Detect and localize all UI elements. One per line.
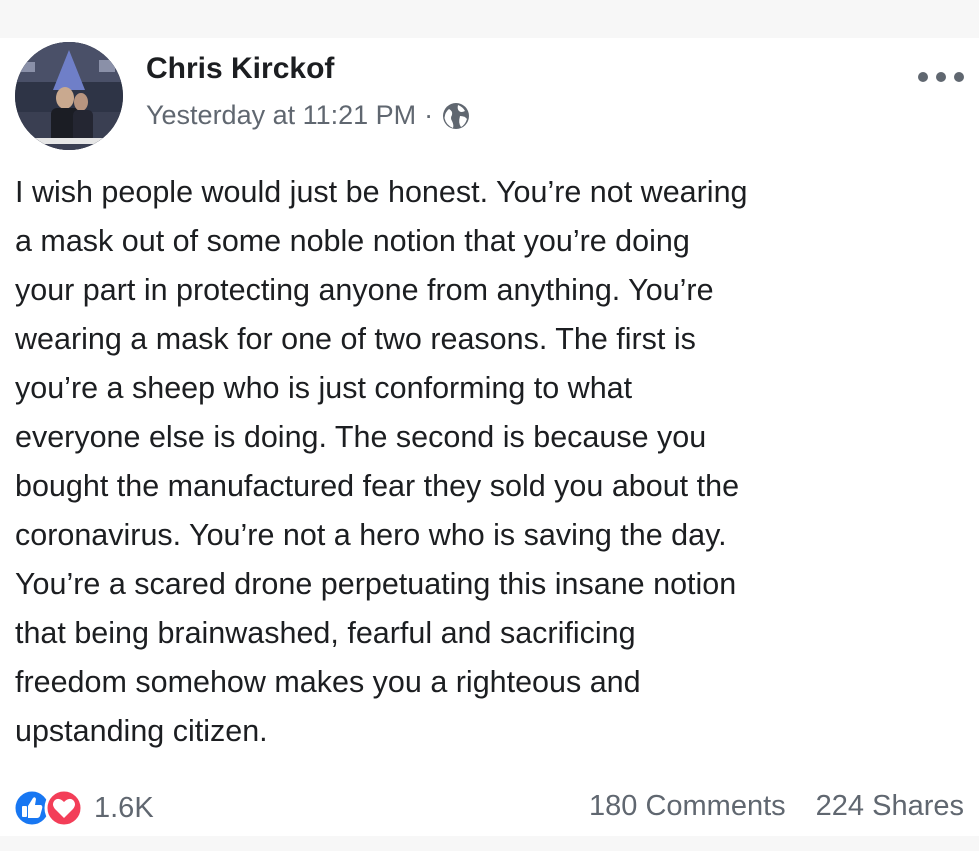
post-text: I wish people would just be honest. You’… <box>15 168 970 756</box>
comments-count-link[interactable]: 180 Comments <box>589 790 786 823</box>
more-dot <box>954 72 964 82</box>
post-text-line: that being brainwashed, fearful and sacr… <box>15 616 636 650</box>
post-footer: 1.6K 180 Comments 224 Shares <box>0 786 979 830</box>
more-dot <box>936 72 946 82</box>
post-meta: Yesterday at 11:21 PM · <box>146 100 471 131</box>
reaction-count: 1.6K <box>94 791 154 824</box>
post-text-line: upstanding citizen. <box>15 714 268 748</box>
post-timestamp[interactable]: Yesterday at 11:21 PM <box>146 100 416 131</box>
top-background-strip <box>0 0 979 38</box>
post-text-line: You’re a scared drone perpetuating this … <box>15 567 737 601</box>
post-text-line: everyone else is doing. The second is be… <box>15 420 707 454</box>
facebook-post: Chris Kirckof Yesterday at 11:21 PM · I … <box>0 38 979 851</box>
love-icon <box>44 788 84 828</box>
bottom-background-strip <box>0 836 979 851</box>
post-text-line: you’re a sheep who is just conforming to… <box>15 371 633 405</box>
more-dot <box>918 72 928 82</box>
author-avatar[interactable] <box>15 42 123 150</box>
post-text-line: wearing a mask for one of two reasons. T… <box>15 322 696 356</box>
post-text-line: your part in protecting anyone from anyt… <box>15 273 714 307</box>
engagement-counts: 180 Comments 224 Shares <box>589 790 964 823</box>
more-options-icon[interactable] <box>918 64 964 90</box>
globe-icon[interactable] <box>441 101 471 131</box>
post-text-line: bought the manufactured fear they sold y… <box>15 469 740 503</box>
reactions-summary[interactable]: 1.6K <box>12 788 154 828</box>
post-text-line: freedom somehow makes you a righteous an… <box>15 665 641 699</box>
post-text-line: a mask out of some noble notion that you… <box>15 224 690 258</box>
post-text-line: I wish people would just be honest. You’… <box>15 175 748 209</box>
post-text-line: coronavirus. You’re not a hero who is sa… <box>15 518 727 552</box>
author-name[interactable]: Chris Kirckof <box>146 52 334 86</box>
meta-separator: · <box>424 100 434 130</box>
shares-count-link[interactable]: 224 Shares <box>816 790 964 823</box>
